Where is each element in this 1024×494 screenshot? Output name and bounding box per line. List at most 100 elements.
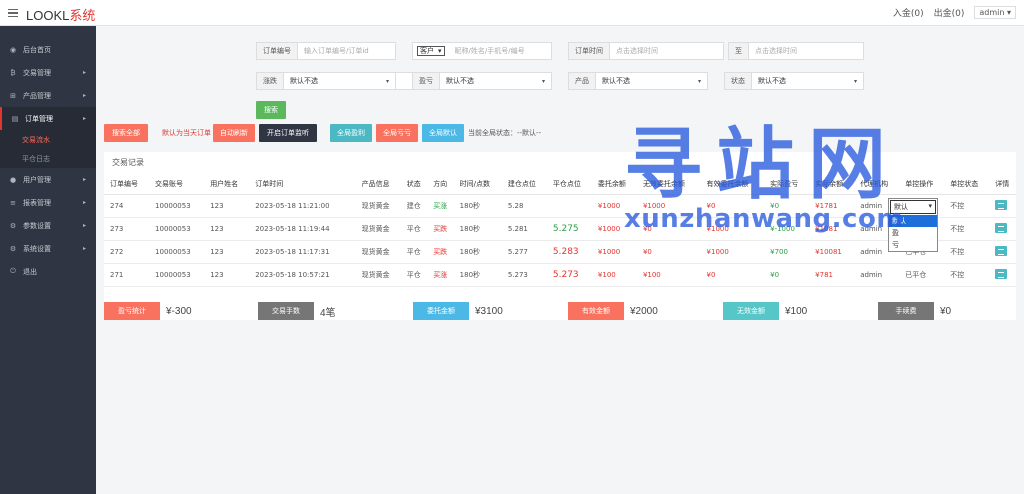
table-cell: 现货黄金 (355, 194, 401, 218)
table-cell: 买涨 (427, 263, 454, 287)
dropdown-option[interactable]: 默认 (889, 215, 937, 227)
table-cell: 不控 (944, 217, 990, 241)
sidebar-item-label: 退出 (23, 267, 37, 276)
trade-table: 订单编号 交易账号 用户姓名 订单时间 产品信息 状态 方向 时间/点数 建仓点位 平仓点位 委托余… (104, 174, 1016, 287)
table-cell: ¥1000 (591, 240, 637, 264)
cart-icon: ⊞ (10, 91, 16, 100)
column-header: 建仓点位 (501, 174, 547, 195)
stat-label: 有效金额 (568, 302, 624, 320)
table-cell: ¥1000 (591, 194, 637, 218)
global-gain-button[interactable]: 全局盈利 (330, 124, 372, 142)
order-listen-button[interactable]: 开启订单监听 (259, 124, 317, 142)
order-no-input[interactable]: 输入订单编号/订单id (298, 43, 395, 59)
sidebar-subitem[interactable]: 平仓日志 (0, 149, 96, 168)
global-loss-button[interactable]: 全局亏亏 (376, 124, 418, 142)
column-header: 方向 (427, 174, 454, 195)
table-row: 271 10000053 123 2023-05-18 10:57:21 现货黄金 平仓买… (104, 263, 1016, 287)
sidebar-item-cart[interactable]: ⊞ 产品管理 ▸ (0, 84, 96, 107)
table-cell: 5.28 (501, 194, 547, 218)
table-cell: 5.275 (546, 217, 592, 241)
sidebar-item-label: 交易管理 (23, 68, 51, 77)
main-content: 订单编号 输入订单编号/订单id 客户 ▾ 昵称/姓名/手机号/编号 订单时间 点… (96, 26, 1024, 494)
order-time-end-filter[interactable]: 至 点击选择时间 (728, 42, 864, 60)
sidebar-item-logout[interactable]: ⏻ 退出 (0, 260, 96, 283)
detail-icon[interactable] (995, 199, 1008, 210)
sidebar-subitem[interactable]: 交易流水 (0, 130, 96, 149)
order-time-end-input[interactable]: 点击选择时间 (749, 43, 863, 59)
control-dropdown[interactable]: 默认 ▾ 默认盈亏 (888, 198, 938, 252)
table-cell: ¥0 (764, 194, 810, 218)
sidebar-item-settings[interactable]: ⚙ 参数设置 ▸ (0, 214, 96, 237)
product-select[interactable]: 产品 默认不选 ▾ (568, 72, 708, 90)
table-cell: ¥-1000 (764, 217, 810, 241)
table-cell: ¥0 (700, 194, 765, 218)
customer-input[interactable]: 昵称/姓名/手机号/编号 (449, 43, 551, 59)
detail-icon[interactable] (995, 245, 1008, 256)
customer-type-select[interactable]: 客户 ▾ (417, 46, 445, 56)
top-bar: LOOKL系统 入金(0) 出金(0) admin ▾ (0, 0, 1024, 26)
detail-icon[interactable] (995, 222, 1008, 233)
column-header: 订单时间 (249, 174, 356, 195)
sidebar-item-order[interactable]: ▤ 订单管理 ▸ (0, 107, 96, 130)
column-header: 单控状态 (944, 174, 990, 195)
column-header: 时间/点数 (453, 174, 502, 195)
order-time-start-input[interactable]: 点击选择时间 (610, 43, 723, 59)
sidebar-item-user[interactable]: ● 用户管理 ▸ (0, 168, 96, 191)
deposit-link[interactable]: 入金(0) (893, 6, 924, 19)
customer-filter[interactable]: 客户 ▾ 昵称/姓名/手机号/编号 (412, 42, 552, 60)
auto-refresh-button[interactable]: 自动刷新 (213, 124, 255, 142)
sidebar-item-label: 参数设置 (23, 221, 51, 230)
table-cell: 买跌 (427, 217, 454, 241)
stat-box: 盈亏统计 ¥-300 (104, 302, 242, 320)
global-default-button[interactable]: 全局默认 (422, 124, 464, 142)
table-cell (989, 240, 1016, 264)
sidebar-item-report[interactable]: ≡ 报表管理 ▸ (0, 191, 96, 214)
table-cell: 274 (104, 194, 150, 218)
table-cell: 123 (204, 217, 250, 241)
table-cell: ¥0 (636, 217, 701, 241)
menu-toggle-icon[interactable] (8, 9, 18, 17)
sidebar-item-bitcoin[interactable]: ₿ 交易管理 ▸ (0, 61, 96, 84)
default-today-note: 默认为当天订单 (162, 129, 211, 137)
chevron-right-icon: ▸ (82, 176, 86, 183)
order-time-filter[interactable]: 订单时间 点击选择时间 (568, 42, 724, 60)
column-header: 用户姓名 (204, 174, 250, 195)
table-cell: ¥0 (636, 240, 701, 264)
detail-icon[interactable] (995, 268, 1008, 279)
sidebar-item-dashboard[interactable]: ◉ 后台首页 (0, 38, 96, 61)
table-cell: 平仓 (400, 217, 428, 241)
order-no-filter[interactable]: 订单编号 输入订单编号/订单id (256, 42, 396, 60)
rise-fall-select[interactable]: 涨跌 默认不选 ▾ (256, 72, 396, 90)
dropdown-option[interactable]: 盈 (889, 227, 937, 239)
stat-label: 交易手数 (258, 302, 314, 320)
stat-value: ¥100 (785, 305, 808, 317)
table-cell: ¥1000 (591, 217, 637, 241)
chevron-right-icon: ▸ (82, 69, 86, 76)
stat-box: 手续费 ¥0 (878, 302, 1016, 320)
column-header: 订单编号 (104, 174, 150, 195)
dropdown-option[interactable]: 亏 (889, 239, 937, 251)
bitcoin-icon: ₿ (10, 68, 16, 77)
logout-icon: ⏻ (10, 267, 16, 275)
table-cell (989, 217, 1016, 241)
table-cell: 买跌 (427, 240, 454, 264)
table-row: 272 10000053 123 2023-05-18 11:17:31 现货黄金 平仓买… (104, 240, 1016, 264)
stat-value: ¥0 (940, 305, 952, 317)
search-all-button[interactable]: 搜索全部 (104, 124, 148, 142)
report-icon: ≡ (10, 198, 16, 207)
control-dropdown-current[interactable]: 默认 ▾ (890, 200, 936, 214)
table-cell: 272 (104, 240, 150, 264)
admin-menu[interactable]: admin ▾ (974, 6, 1016, 19)
profit-loss-select[interactable]: 盈亏 默认不选 ▾ (412, 72, 552, 90)
stat-box: 无效金额 ¥100 (723, 302, 861, 320)
table-cell: ¥100 (591, 263, 637, 287)
sidebar-item-system[interactable]: ⚙ 系统设置 ▸ (0, 237, 96, 260)
table-cell: 现货黄金 (355, 217, 401, 241)
stat-value: ¥2000 (630, 305, 658, 317)
search-button[interactable]: 搜索 (256, 101, 286, 119)
dashboard-icon: ◉ (9, 45, 17, 54)
stat-box: 委托金额 ¥3100 (413, 302, 551, 320)
status-select[interactable]: 状态 默认不选 ▾ (724, 72, 864, 90)
table-cell: 2023-05-18 11:19:44 (249, 217, 356, 241)
withdraw-link[interactable]: 出金(0) (934, 6, 965, 19)
